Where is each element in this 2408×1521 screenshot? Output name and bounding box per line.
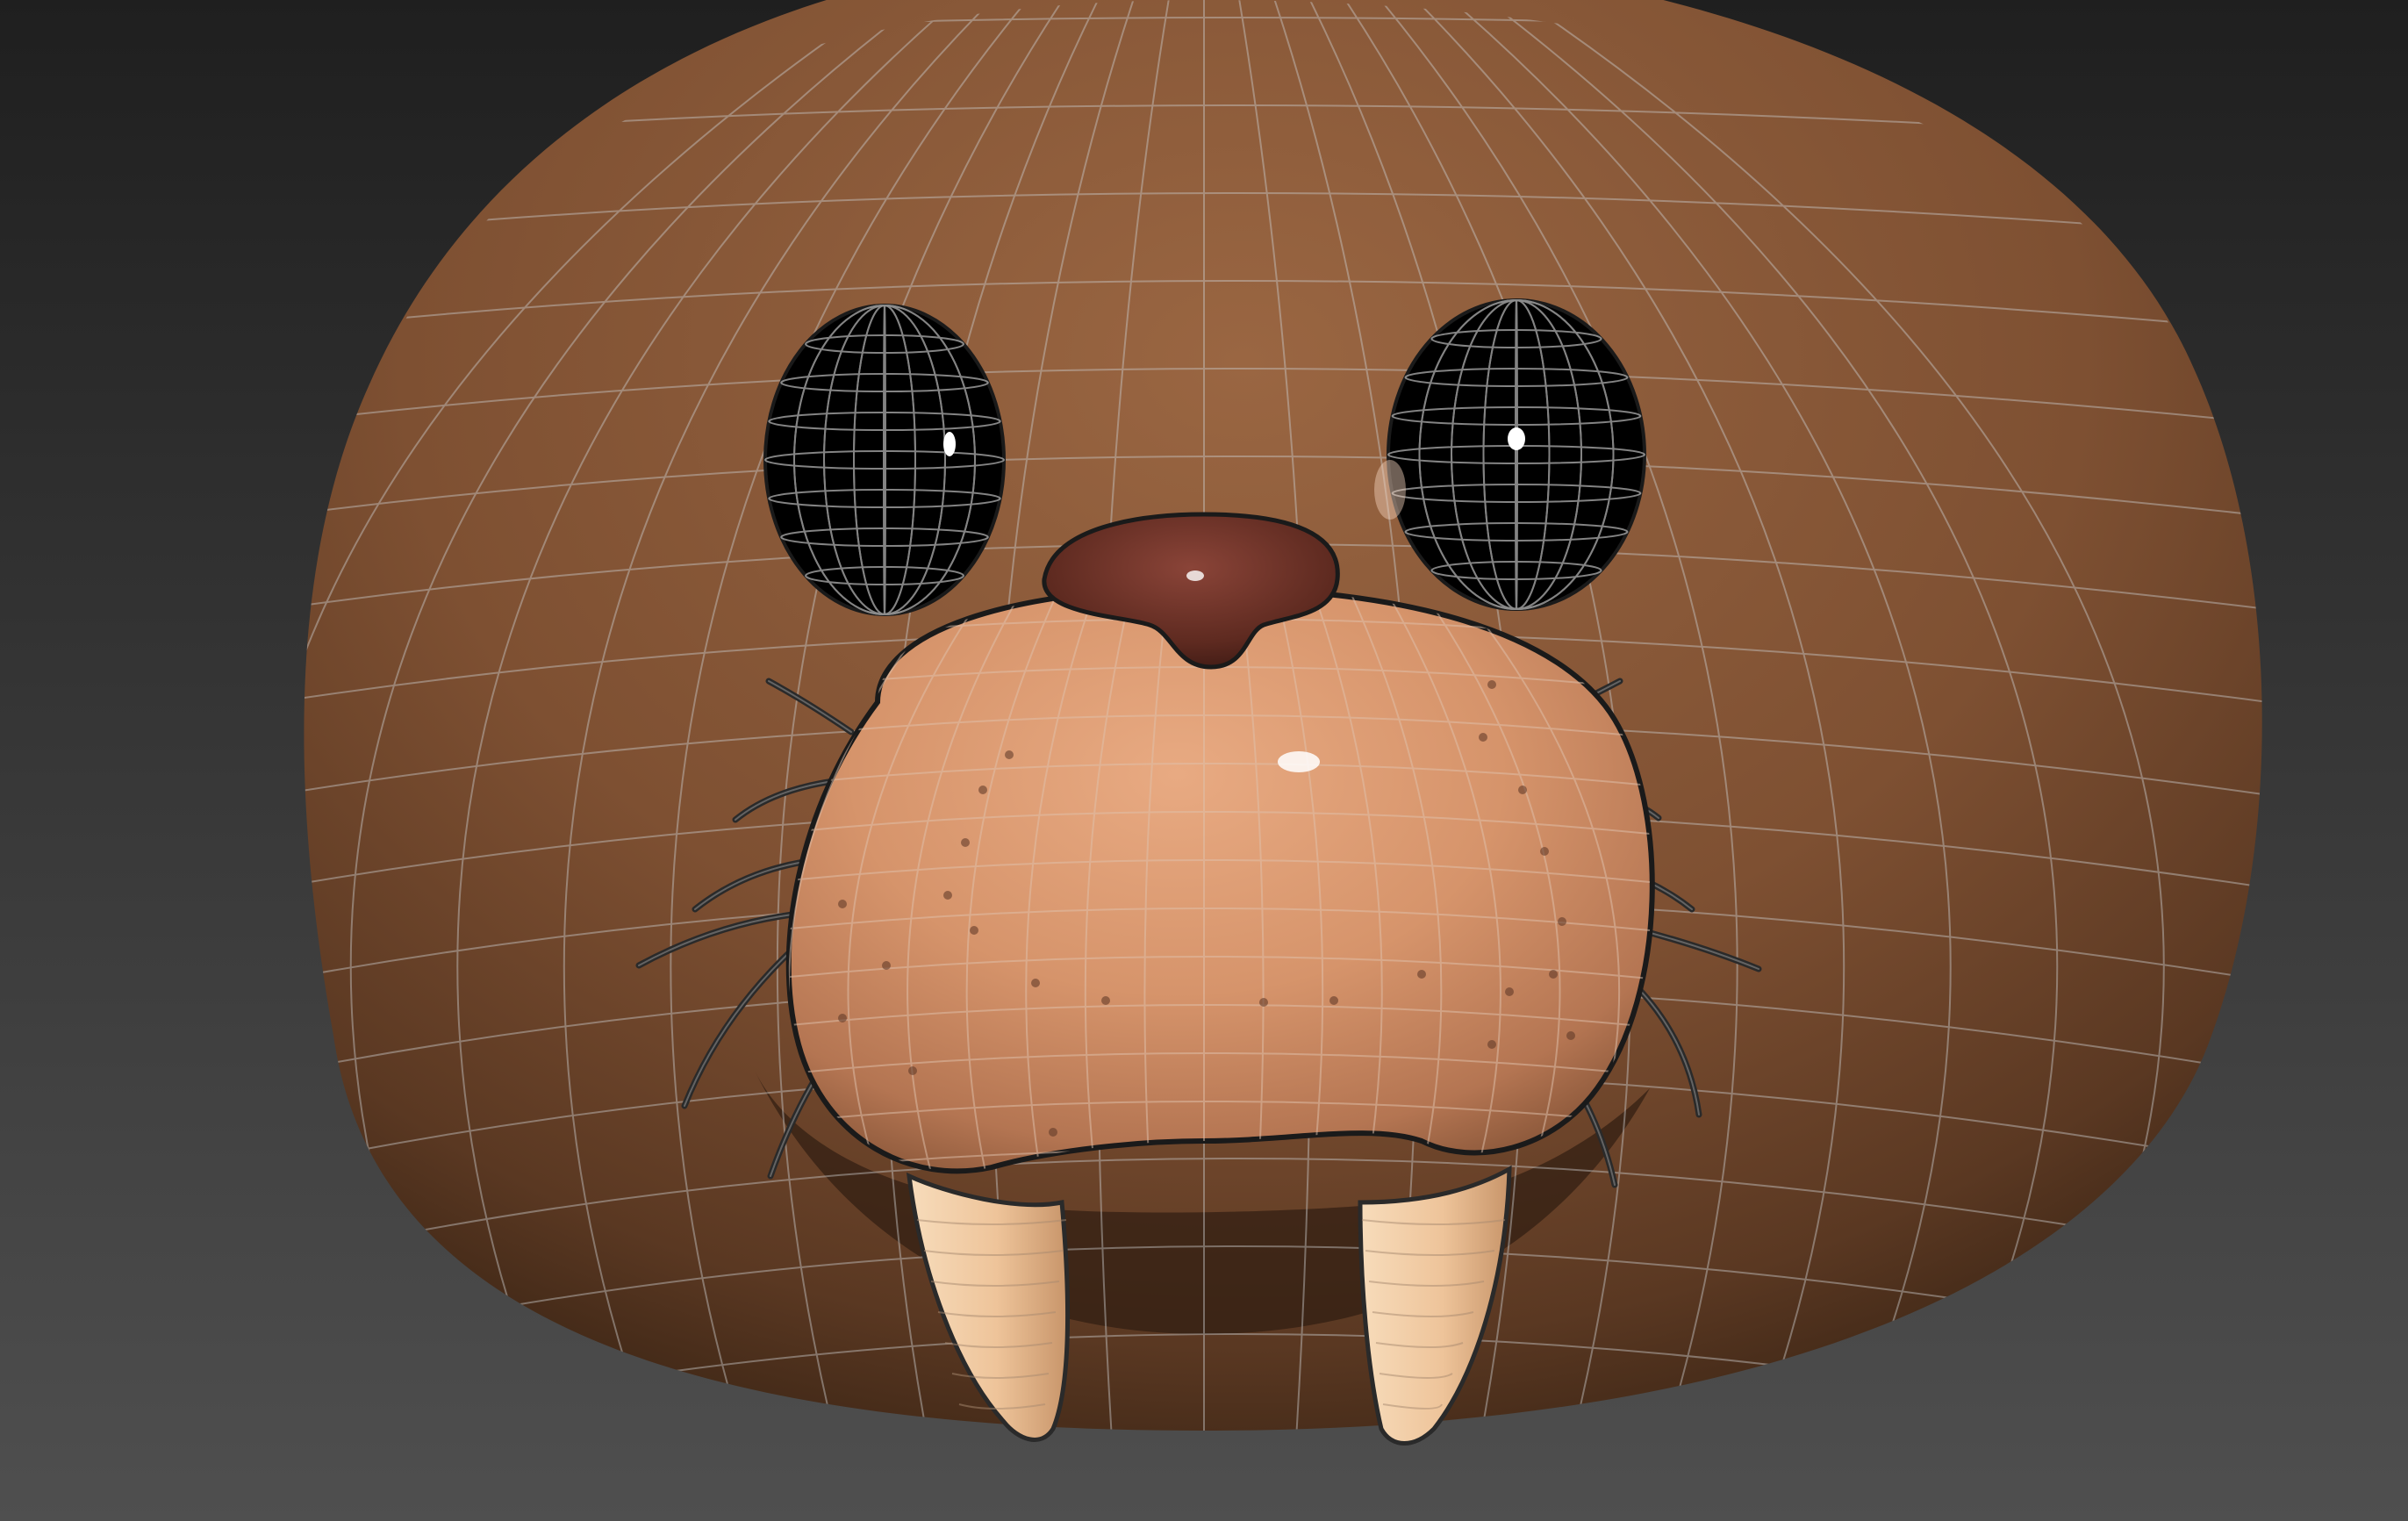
freckle xyxy=(838,900,847,908)
eye-wire-meridian xyxy=(883,305,886,615)
freckle xyxy=(1505,987,1514,996)
left-eye-highlight xyxy=(943,432,956,456)
nose-highlight xyxy=(1186,570,1204,581)
freckle xyxy=(961,838,970,847)
freckle xyxy=(1487,1040,1496,1049)
freckle xyxy=(1479,733,1487,742)
freckle xyxy=(1518,786,1527,794)
freckle xyxy=(1549,970,1558,979)
muzzle-outline xyxy=(785,585,1655,1174)
freckle xyxy=(838,1014,847,1022)
freckle xyxy=(1566,1031,1575,1040)
freckle xyxy=(908,1066,917,1075)
freckle xyxy=(943,891,952,900)
right-eye-highlight xyxy=(1508,427,1525,450)
freckle xyxy=(1101,996,1110,1005)
muzzle-highlight xyxy=(1278,751,1320,772)
freckle xyxy=(1329,996,1338,1005)
freckle xyxy=(1487,680,1496,689)
3d-viewport[interactable] xyxy=(0,0,2408,1521)
brow-highlight xyxy=(1374,460,1406,520)
freckle xyxy=(1540,847,1549,856)
freckle xyxy=(1031,979,1040,987)
freckle xyxy=(1005,750,1014,759)
freckle xyxy=(978,786,987,794)
freckle xyxy=(970,926,978,935)
freckle xyxy=(1558,917,1566,926)
freckle xyxy=(882,961,891,970)
freckle xyxy=(1259,998,1268,1007)
scene-svg xyxy=(0,0,2408,1521)
freckle xyxy=(1417,970,1426,979)
freckle xyxy=(1049,1128,1057,1137)
eye-wire-meridian xyxy=(1515,299,1518,610)
